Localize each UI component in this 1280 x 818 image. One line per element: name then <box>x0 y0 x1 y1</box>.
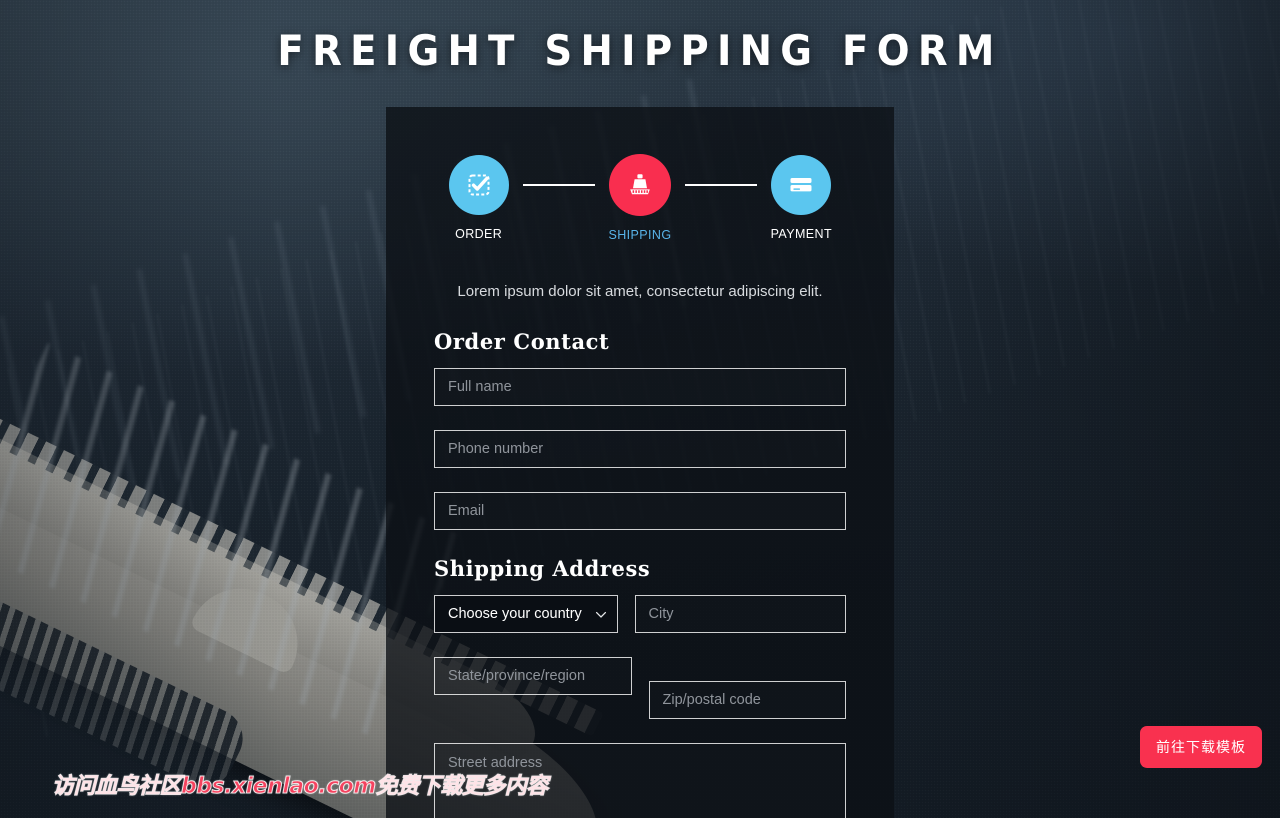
shipping-address-heading: Shipping Address <box>434 556 651 581</box>
step-connector-2 <box>684 184 757 186</box>
order-contact-heading: Order Contact <box>434 329 610 354</box>
step-payment-circle <box>771 155 832 215</box>
address-row-1: Choose your country <box>434 595 846 633</box>
step-order-circle <box>448 155 509 215</box>
ship-icon <box>626 171 654 199</box>
intro-text: Lorem ipsum dolor sit amet, consectetur … <box>457 283 823 300</box>
page-root: FREIGHT SHIPPING FORM ORDER SHIPPING PAY… <box>0 0 1280 818</box>
step-payment[interactable]: PAYMENT <box>757 155 846 241</box>
zip-input[interactable] <box>648 681 846 719</box>
address-row-3 <box>434 743 846 818</box>
page-title: FREIGHT SHIPPING FORM <box>277 26 1003 75</box>
step-shipping-circle <box>608 154 671 216</box>
full-name-input[interactable] <box>434 368 846 406</box>
street-address-textarea[interactable] <box>434 743 846 818</box>
download-template-button[interactable]: 前往下载模板 <box>1140 726 1262 768</box>
country-select-wrap: Choose your country <box>434 595 618 633</box>
phone-number-input[interactable] <box>434 430 846 468</box>
step-order-label: ORDER <box>455 227 503 241</box>
email-input[interactable] <box>434 492 846 530</box>
step-connector-1 <box>523 184 596 186</box>
checkbox-icon <box>466 172 492 198</box>
step-order[interactable]: ORDER <box>434 155 523 241</box>
step-shipping[interactable]: SHIPPING <box>595 154 684 242</box>
credit-card-icon <box>787 171 815 199</box>
step-payment-label: PAYMENT <box>770 227 832 241</box>
city-input[interactable] <box>634 595 846 633</box>
progress-stepper: ORDER SHIPPING PAYMENT <box>434 154 846 273</box>
state-input[interactable] <box>434 657 632 695</box>
address-row-2 <box>434 657 846 719</box>
form-panel: ORDER SHIPPING PAYMENT Lorem ipsum dolor… <box>386 107 894 818</box>
country-select[interactable]: Choose your country <box>434 595 618 633</box>
step-shipping-label: SHIPPING <box>608 228 672 242</box>
